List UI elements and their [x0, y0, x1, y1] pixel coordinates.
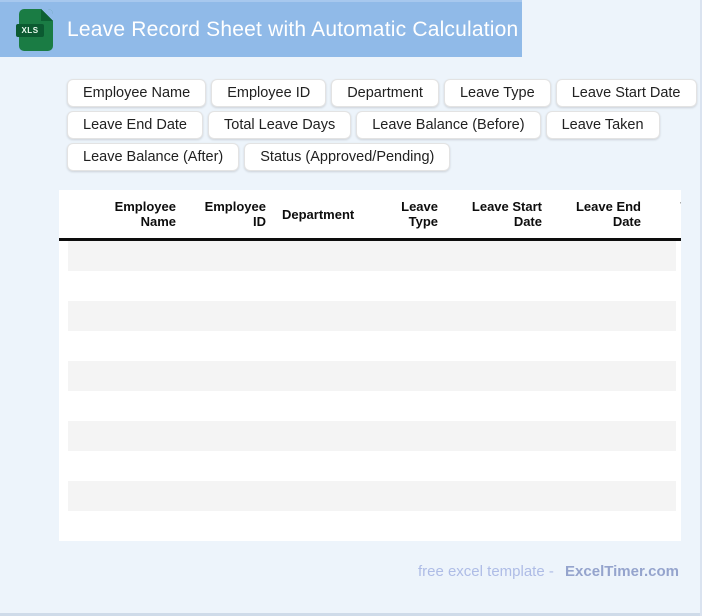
footer-text: free excel template - [417, 563, 554, 580]
table-rows [59, 241, 681, 541]
table-row [68, 241, 676, 271]
chip-leave-end-date[interactable]: Leave End Date [67, 111, 203, 139]
column-header-employee-id: Employee ID [204, 199, 266, 229]
table-row [68, 391, 676, 421]
column-header-total-leave-days: Total Leave Days [647, 190, 681, 238]
column-header-department: Department [282, 206, 355, 222]
column-header-employee-name: Employee Name [114, 199, 176, 229]
table-row [68, 511, 676, 541]
chip-department[interactable]: Department [331, 79, 439, 107]
chip-leave-taken[interactable]: Leave Taken [545, 111, 660, 139]
table-row [68, 481, 676, 511]
chip-row-2: Leave End Date Total Leave Days Leave Ba… [67, 111, 667, 139]
table-row [68, 361, 676, 391]
chip-employee-id[interactable]: Employee ID [211, 79, 327, 107]
chip-row-1: Employee Name Employee ID Department Lea… [67, 79, 697, 107]
column-header-leave-start-date: Leave Start Date [471, 199, 542, 229]
page-title: Leave Record Sheet with Automatic Calcul… [67, 17, 519, 41]
column-header-leave-type: Leave Type [401, 199, 438, 229]
folded-corner [41, 8, 53, 21]
column-header-leave-end-date: Leave End Date [575, 199, 641, 229]
chip-employee-name[interactable]: Employee Name [67, 79, 207, 107]
xls-file-icon: XLS [16, 8, 53, 51]
footer-credit: free excel template - ExcelTimer.com [418, 564, 679, 580]
chip-row-3: Leave Balance (After) Status (Approved/P… [67, 143, 667, 171]
xls-badge: XLS [16, 23, 44, 37]
table-row [68, 421, 676, 451]
chip-total-leave-days[interactable]: Total Leave Days [208, 111, 352, 139]
footer-brand-link[interactable]: ExcelTimer.com [565, 563, 679, 580]
table-row [68, 451, 676, 481]
table-row [68, 271, 676, 301]
chip-status[interactable]: Status (Approved/Pending) [244, 143, 451, 171]
table-header-row: Employee Name Employee ID Department Lea… [59, 190, 681, 241]
chip-leave-start-date[interactable]: Leave Start Date [555, 79, 697, 107]
app-header: XLS Leave Record Sheet with Automatic Ca… [0, 0, 522, 57]
table-row [68, 301, 676, 331]
column-chip-list: Employee Name Employee ID Department Lea… [67, 79, 697, 171]
page-root: { "header": { "title": "Leave Record She… [0, 0, 702, 616]
leave-record-table: Employee Name Employee ID Department Lea… [59, 190, 681, 541]
chip-leave-balance-after[interactable]: Leave Balance (After) [67, 143, 240, 171]
chip-leave-type[interactable]: Leave Type [443, 79, 551, 107]
chip-leave-balance-before[interactable]: Leave Balance (Before) [356, 111, 541, 139]
table-row [68, 331, 676, 361]
